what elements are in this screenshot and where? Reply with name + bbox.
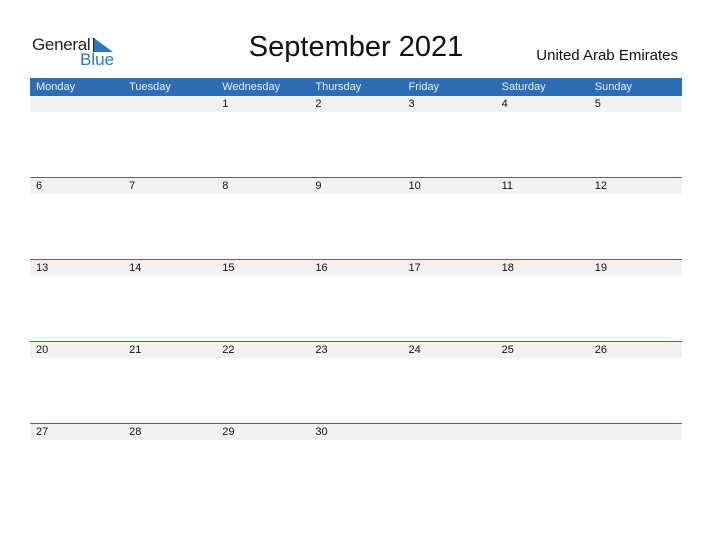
day-cell: 18: [501, 262, 514, 274]
day-cell: 22: [222, 344, 235, 356]
day-cell: 5: [594, 98, 601, 110]
weekday-friday: Friday: [408, 81, 440, 93]
calendar-grid: Monday Tuesday Wednesday Thursday Friday…: [30, 78, 682, 505]
day-cell: [123, 96, 216, 112]
weekday-monday: Monday: [36, 81, 76, 93]
day-cell: 9: [315, 180, 322, 192]
weekday-sunday: Sunday: [594, 81, 633, 93]
day-cell: 29: [222, 426, 235, 438]
day-cell: 1: [222, 98, 229, 110]
day-cell: 30: [315, 426, 328, 438]
day-cell: 10: [408, 180, 421, 192]
week-row: 6 7 8 9 10 11 12: [30, 177, 682, 259]
day-cell: 13: [36, 262, 49, 274]
week-date-strip: 20 21 22 23 24 25 26: [30, 342, 682, 358]
day-cell: [30, 96, 123, 112]
day-cell: 14: [129, 262, 142, 274]
day-cell: 20: [36, 344, 49, 356]
day-cell: 8: [222, 180, 229, 192]
week-date-strip: 1 2 3 4 5: [30, 96, 682, 112]
weekday-wednesday: Wednesday: [222, 81, 281, 93]
week-date-strip: 6 7 8 9 10 11 12: [30, 178, 682, 194]
day-cell: 21: [129, 344, 142, 356]
day-cell: 6: [36, 180, 43, 192]
day-cell: 24: [408, 344, 421, 356]
day-cell: 23: [315, 344, 328, 356]
day-cell: [403, 424, 496, 440]
week-row: 1 2 3 4 5: [30, 96, 682, 177]
day-cell: 12: [594, 180, 607, 192]
day-cell: 19: [594, 262, 607, 274]
week-date-strip: 13 14 15 16 17 18 19: [30, 260, 682, 276]
day-cell: 17: [408, 262, 421, 274]
day-cell: 3: [408, 98, 415, 110]
week-date-strip: 27 28 29 30: [30, 424, 682, 440]
day-cell: 27: [36, 426, 49, 438]
country-label: United Arab Emirates: [536, 47, 678, 64]
weekday-saturday: Saturday: [501, 81, 546, 93]
day-cell: [496, 424, 589, 440]
day-cell: 15: [222, 262, 235, 274]
weekday-tuesday: Tuesday: [129, 81, 171, 93]
day-cell: 26: [594, 344, 607, 356]
week-row: 13 14 15 16 17 18 19: [30, 259, 682, 341]
day-cell: 2: [315, 98, 322, 110]
weekday-header: Monday Tuesday Wednesday Thursday Friday…: [30, 78, 682, 96]
day-cell: 7: [129, 180, 136, 192]
day-cell: 16: [315, 262, 328, 274]
week-row: 27 28 29 30: [30, 423, 682, 505]
day-cell: 28: [129, 426, 142, 438]
day-cell: [589, 424, 682, 440]
week-row: 20 21 22 23 24 25 26: [30, 341, 682, 423]
weekday-thursday: Thursday: [315, 81, 362, 93]
day-cell: 25: [501, 344, 514, 356]
day-cell: 4: [501, 98, 508, 110]
day-cell: 11: [501, 180, 514, 192]
